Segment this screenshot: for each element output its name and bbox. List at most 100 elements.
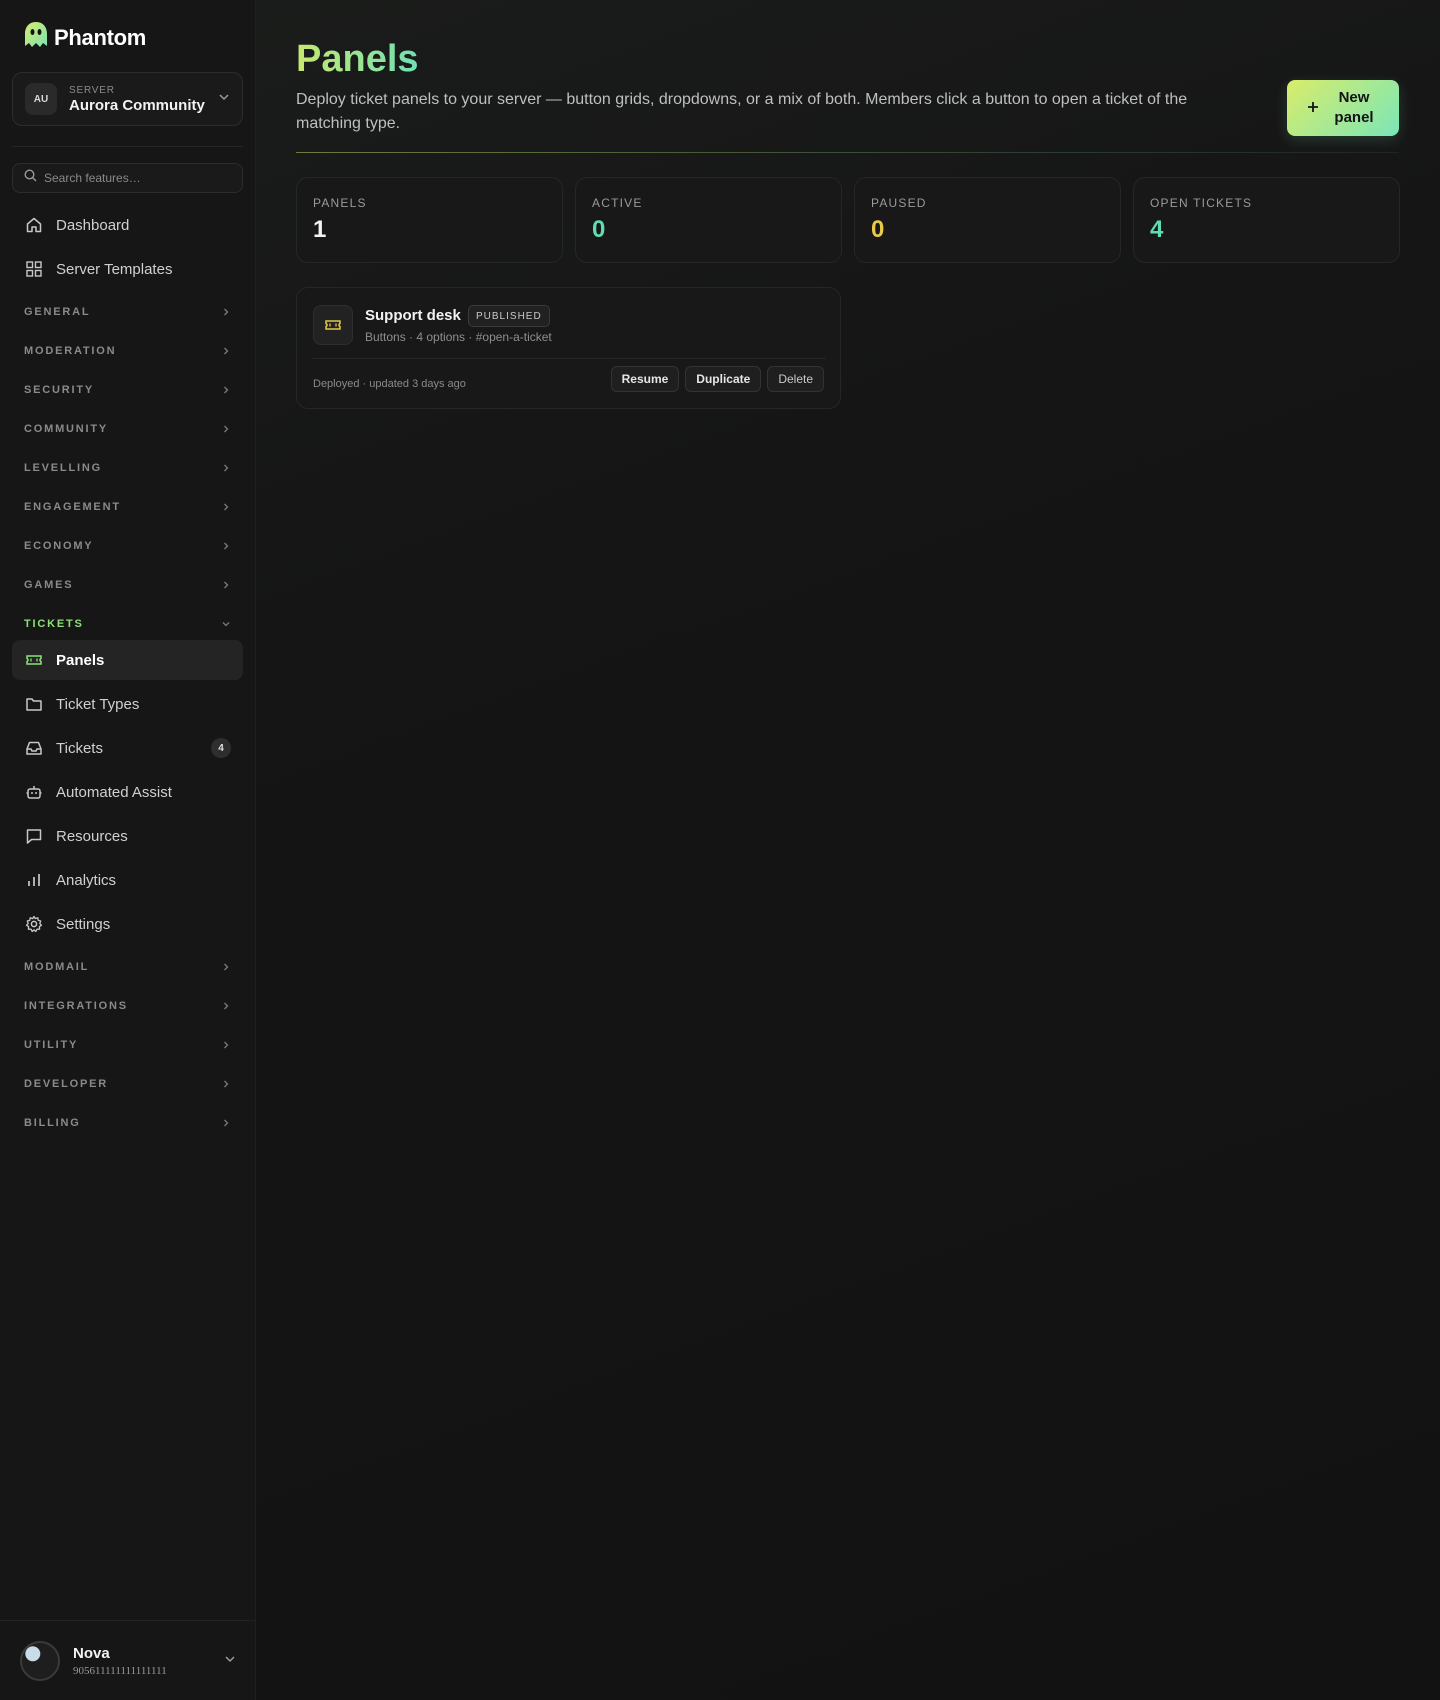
page-description: Deploy ticket panels to your server — bu… (296, 91, 1188, 132)
nav-item-label: Tickets (56, 739, 103, 757)
header-divider (296, 152, 1399, 153)
nav-item-automated-assist[interactable]: Automated Assist (12, 772, 243, 812)
inbox-icon (24, 738, 44, 758)
nav-item-analytics[interactable]: Analytics (12, 860, 243, 900)
chevron-right-icon (221, 463, 231, 473)
section-modmail[interactable]: MODMAIL (12, 953, 243, 981)
panel-divider (313, 358, 826, 359)
section-general[interactable]: GENERAL (12, 298, 243, 326)
bar-chart-icon (24, 870, 44, 890)
nav-item-label: Settings (56, 915, 111, 933)
section-label: COMMUNITY (24, 423, 109, 435)
stat-value: 4 (1150, 216, 1164, 243)
chevron-right-icon (221, 307, 231, 317)
section-label: DEVELOPER (24, 1078, 109, 1090)
ghost-logo-icon (22, 20, 50, 55)
chevron-right-icon (221, 346, 231, 356)
section-economy[interactable]: ECONOMY (12, 532, 243, 560)
grid-icon (24, 259, 44, 279)
search-box[interactable] (12, 163, 243, 193)
main-content: Panels Deploy ticket panels to your serv… (256, 0, 1440, 1700)
chevron-right-icon (221, 1079, 231, 1089)
resume-button[interactable]: Resume (610, 366, 680, 392)
stat-card-active: ACTIVE 0 (575, 177, 842, 263)
nav-item-label: Analytics (56, 871, 117, 889)
section-integrations[interactable]: INTEGRATIONS (12, 992, 243, 1020)
section-developer[interactable]: DEVELOPER (12, 1070, 243, 1098)
section-label: INTEGRATIONS (24, 1000, 128, 1012)
section-security[interactable]: SECURITY (12, 376, 243, 404)
stat-card-open-tickets: OPEN TICKETS 4 (1133, 177, 1400, 263)
section-community[interactable]: COMMUNITY (12, 415, 243, 443)
robot-icon (24, 782, 44, 802)
chevron-right-icon (221, 1118, 231, 1128)
search-icon (24, 169, 37, 187)
stat-card-paused: PAUSED 0 (854, 177, 1121, 263)
chevron-right-icon (221, 385, 231, 395)
section-label: TICKETS (24, 618, 84, 630)
chevron-right-icon (221, 541, 231, 551)
delete-button[interactable]: Delete (767, 366, 824, 392)
chevron-right-icon (221, 1040, 231, 1050)
nav-item-settings[interactable]: Settings (12, 904, 243, 944)
avatar (20, 1640, 60, 1681)
chevron-right-icon (221, 962, 231, 972)
stat-value: 1 (313, 216, 327, 243)
chevron-right-icon (221, 1001, 231, 1011)
sidebar: Phantom AU SERVER Aurora Community Dashb… (0, 0, 256, 1700)
server-label: SERVER (69, 84, 115, 96)
nav-item-label: Panels (56, 651, 105, 669)
chevron-down-icon (224, 1652, 236, 1670)
section-levelling[interactable]: LEVELLING (12, 454, 243, 482)
user-name: Nova (73, 1644, 110, 1662)
section-label: BILLING (24, 1117, 81, 1129)
section-billing[interactable]: BILLING (12, 1109, 243, 1137)
nav-item-ticket-types[interactable]: Ticket Types (12, 684, 243, 724)
nav-item-server-templates[interactable]: Server Templates (12, 249, 243, 289)
section-label: ECONOMY (24, 540, 94, 552)
server-switcher[interactable]: AU SERVER Aurora Community (12, 72, 243, 126)
chevron-right-icon (221, 580, 231, 590)
nav-item-label: Dashboard (56, 216, 130, 234)
stat-value: 0 (592, 216, 606, 243)
page-title: Panels (296, 38, 419, 80)
server-name: Aurora Community (69, 96, 205, 114)
nav-item-resources[interactable]: Resources (12, 816, 243, 856)
user-id: 905611111111111111 (73, 1664, 167, 1677)
plus-icon (1307, 100, 1319, 117)
user-menu[interactable]: Nova 905611111111111111 (0, 1620, 256, 1700)
section-label: SECURITY (24, 384, 95, 396)
brand[interactable]: Phantom (22, 20, 146, 55)
section-label: MODMAIL (24, 961, 90, 973)
section-tickets[interactable]: TICKETS (12, 610, 243, 638)
section-label: GAMES (24, 579, 74, 591)
section-utility[interactable]: UTILITY (12, 1031, 243, 1059)
search-input[interactable] (44, 171, 224, 185)
panel-actions: Resume Duplicate Delete (610, 366, 824, 392)
folder-icon (24, 694, 44, 714)
nav-item-dashboard[interactable]: Dashboard (12, 205, 243, 245)
chevron-right-icon (221, 502, 231, 512)
stat-label: OPEN TICKETS (1150, 196, 1253, 210)
section-moderation[interactable]: MODERATION (12, 337, 243, 365)
nav-item-panels[interactable]: Panels (12, 640, 243, 680)
panel-footer: Deployed · updated 3 days ago (313, 378, 466, 390)
gear-icon (24, 914, 44, 934)
chat-icon (24, 826, 44, 846)
duplicate-button[interactable]: Duplicate (685, 366, 762, 392)
panel-title: Support desk (365, 307, 461, 324)
ticket-icon (24, 650, 44, 670)
sidebar-divider (12, 146, 243, 147)
stat-label: PAUSED (871, 196, 927, 210)
section-games[interactable]: GAMES (12, 571, 243, 599)
panel-card[interactable]: Support desk PUBLISHED Buttons · 4 optio… (296, 287, 841, 409)
nav-item-tickets[interactable]: Tickets 4 (12, 728, 243, 768)
stat-label: PANELS (313, 196, 367, 210)
ticket-icon (313, 305, 353, 345)
panel-meta: Buttons · 4 options · #open-a-ticket (365, 330, 552, 344)
section-engagement[interactable]: ENGAGEMENT (12, 493, 243, 521)
nav-item-label: Server Templates (56, 260, 173, 278)
new-panel-button[interactable]: New panel (1287, 80, 1399, 136)
home-icon (24, 215, 44, 235)
nav-item-label: Automated Assist (56, 783, 172, 801)
